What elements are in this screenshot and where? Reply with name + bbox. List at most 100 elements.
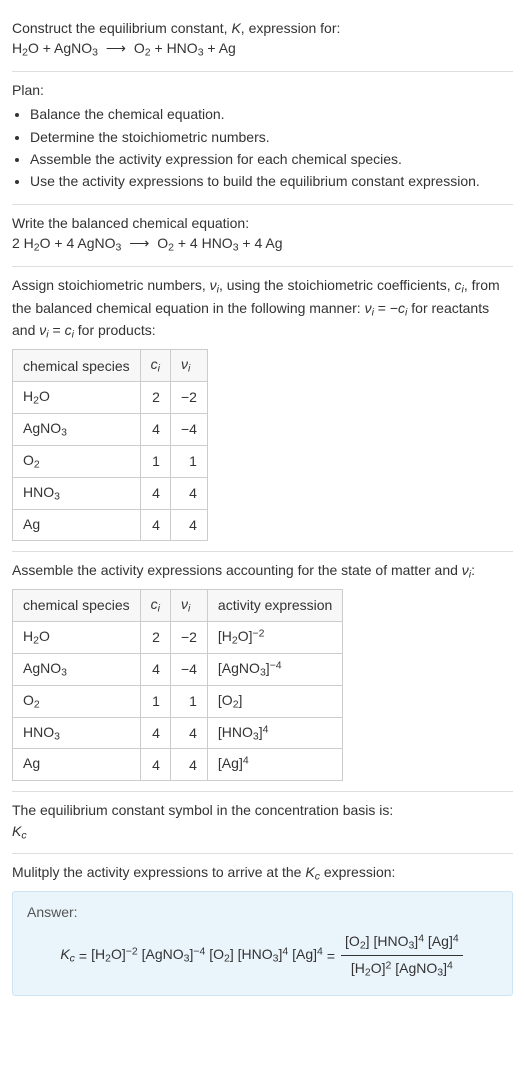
sp: Ag [23,516,40,532]
text: Assemble the activity expressions accoun… [12,562,462,578]
col-vi: νi [170,590,207,622]
kc-lhs: Kc [60,944,75,967]
intro-text-a: Construct the equilibrium constant, [12,20,231,36]
cell-vi: −4 [170,413,207,445]
term: [O [345,933,360,949]
c-symbol: c [455,277,462,293]
cell-species: HNO3 [13,477,141,509]
eq-sub: 3 [116,242,122,254]
cell-ci: 4 [140,653,170,685]
act: [HNO [218,724,253,740]
eq-part: O + AgNO [28,40,92,56]
cell-vi: 4 [170,749,207,781]
text: = − [374,300,398,316]
cell-vi: 4 [170,509,207,541]
sp: Ag [23,755,40,771]
term-exp: 4 [453,932,459,944]
cell-ci: 4 [140,717,170,749]
unbalanced-equation: H2O + AgNO3 ⟶ O2 + HNO3 + Ag [12,38,513,61]
ksymbol-line: The equilibrium constant symbol in the c… [12,800,513,820]
intro-line: Construct the equilibrium constant, K, e… [12,18,513,38]
act: ] [239,692,243,708]
reaction-arrow-icon: ⟶ [125,233,153,253]
kc-product: [H2O]−2 [AgNO3]−4 [O2] [HNO3]4 [Ag]4 [91,944,323,967]
text: Assign stoichiometric numbers, [12,277,210,293]
sp-sub: 3 [54,490,60,502]
fraction-denominator: [H2O]2 [AgNO3]4 [341,956,463,981]
cell-ci: 2 [140,622,170,654]
plan-title: Plan: [12,80,513,100]
c-symbol: c [151,356,158,372]
ksymbol-section: The equilibrium constant symbol in the c… [12,792,513,854]
text: Mulitply the activity expressions to arr… [12,864,305,880]
nu-sub: i [188,363,190,375]
table-header-row: chemical species ci νi activity expressi… [13,590,343,622]
text: = [49,322,65,338]
cell-ci: 4 [140,749,170,781]
cell-species: AgNO3 [13,413,141,445]
k-symbol: K [305,864,314,880]
sp: HNO [23,724,54,740]
term: [AgNO [142,946,184,962]
cell-ci: 1 [140,685,170,717]
cell-activity: [Ag]4 [207,749,342,781]
term-exp: 4 [418,932,424,944]
cell-species: O2 [13,685,141,717]
eq-sub: 3 [92,47,98,59]
cell-vi: −4 [170,653,207,685]
nu-symbol: ν [210,277,217,293]
act-exp: 4 [263,723,269,735]
cell-species: O2 [13,445,141,477]
sp: HNO [23,484,54,500]
term: O] [111,946,126,962]
c-sub: i [158,363,160,375]
nu-symbol: ν [365,300,372,316]
plan-item: Balance the chemical equation. [30,104,513,124]
term: ] [366,933,370,949]
sp: H [23,388,33,404]
sp-sub: 3 [54,730,60,742]
term: [O [209,946,224,962]
text: expression: [320,864,395,880]
cell-vi: 1 [170,685,207,717]
cell-activity: [AgNO3]−4 [207,653,342,685]
nu-symbol: ν [181,356,188,372]
k-sub: c [21,829,26,841]
table-header-row: chemical species ci νi [13,350,208,382]
sp: O [23,452,34,468]
sp: O [39,628,50,644]
c-sub: i [158,603,160,615]
cell-species: H2O [13,622,141,654]
c-symbol: c [151,596,158,612]
col-ci: ci [140,350,170,382]
table-row: H2O2−2 [13,382,208,414]
c-symbol: c [65,322,72,338]
equals: = [79,946,87,966]
reaction-arrow-icon: ⟶ [102,38,130,58]
cell-vi: −2 [170,622,207,654]
eq-part: + HNO [151,40,198,56]
sp-sub: 3 [61,667,67,679]
intro-section: Construct the equilibrium constant, K, e… [12,10,513,72]
table-row: HNO344[HNO3]4 [13,717,343,749]
term-exp: 4 [447,960,453,972]
sp: H [23,628,33,644]
act: [AgNO [218,660,260,676]
eq-part: O [157,235,168,251]
col-vi: νi [170,350,207,382]
col-species: chemical species [13,350,141,382]
table-row: HNO344 [13,477,208,509]
text: for products: [74,322,156,338]
stoich-section: Assign stoichiometric numbers, νi, using… [12,267,513,553]
k-sub: c [70,953,75,965]
text: : [471,562,475,578]
act: [O [218,692,233,708]
eq-part: + Ag [204,40,236,56]
term: [AgNO [395,960,437,976]
table-row: Ag44 [13,509,208,541]
balanced-section: Write the balanced chemical equation: 2 … [12,205,513,267]
col-ci: ci [140,590,170,622]
cell-species: HNO3 [13,717,141,749]
intro-text-b: , expression for: [241,20,341,36]
plan-item: Determine the stoichiometric numbers. [30,127,513,147]
